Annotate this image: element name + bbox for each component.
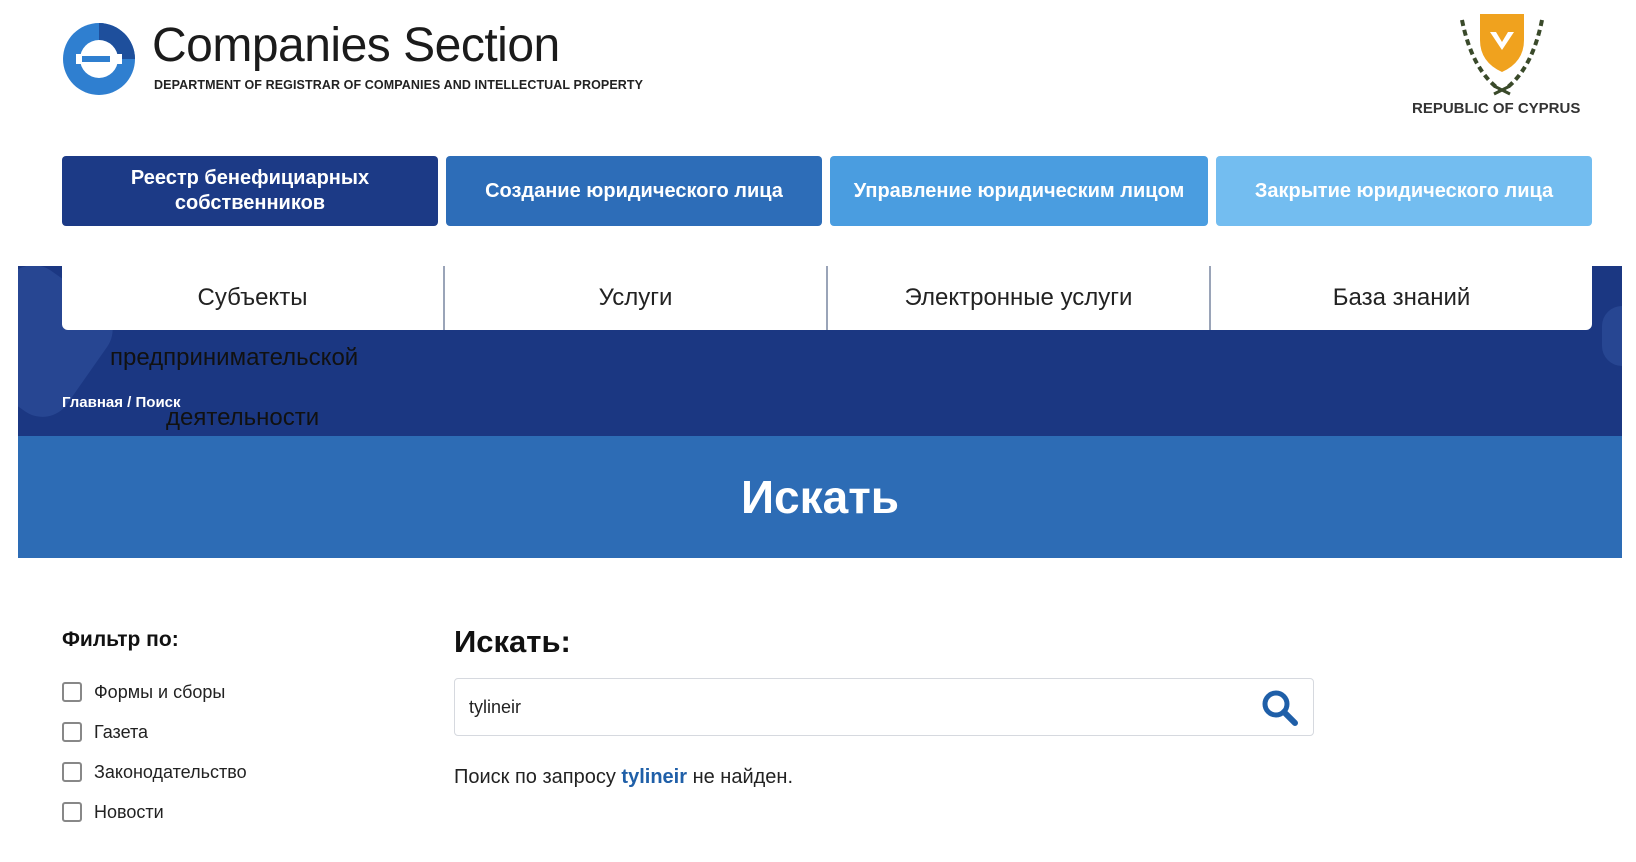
nav-item-services[interactable]: Услуги: [445, 266, 828, 330]
result-prefix: Поиск по запросу: [454, 766, 616, 788]
beneficial-owners-register-button[interactable]: Реестр бенефициарных собственников: [62, 156, 438, 226]
filter-list: Формы и сборы Газета Законодательство Но…: [62, 672, 382, 842]
nav-item-entities[interactable]: Субъекты: [62, 266, 445, 330]
band-decoration-right: [1602, 306, 1622, 366]
result-query: tylineir: [621, 766, 687, 788]
search-label: Искать:: [454, 624, 571, 659]
filter-label: Газета: [94, 721, 149, 742]
filter-item-gazette[interactable]: Газета: [62, 712, 382, 752]
checkbox[interactable]: [62, 802, 82, 822]
entity-closure-button[interactable]: Закрытие юридического лица: [1216, 156, 1592, 226]
brand-subtitle: DEPARTMENT OF REGISTRAR OF COMPANIES AND…: [154, 78, 644, 92]
coat-of-arms-icon: [1460, 14, 1544, 96]
search-result-message: Поиск по запросу tylineir не найден.: [454, 766, 793, 789]
filter-label: Новости: [94, 801, 164, 822]
category-buttons: Реестр бенефициарных собственников Созда…: [62, 156, 1592, 226]
search-icon[interactable]: [1261, 689, 1299, 727]
nav-item-e-services[interactable]: Электронные услуги: [828, 266, 1211, 330]
page-title: Искать: [740, 471, 900, 523]
search-input[interactable]: [469, 679, 1229, 735]
filter-item-forms[interactable]: Формы и сборы: [62, 672, 382, 712]
search-box: [454, 678, 1314, 736]
checkbox[interactable]: [62, 762, 82, 782]
result-suffix: не найден.: [692, 766, 794, 788]
brand-title[interactable]: Companies Section: [152, 18, 560, 73]
breadcrumb[interactable]: Главная / Поиск: [62, 394, 181, 411]
checkbox[interactable]: [62, 682, 82, 702]
filter-label: ...: [94, 842, 109, 843]
filter-title: Фильтр по:: [62, 628, 179, 651]
filter-label: Законодательство: [94, 761, 247, 782]
title-band: Искать: [18, 436, 1622, 558]
nav-overflow-text-line2: деятельности: [166, 404, 320, 431]
entity-management-button[interactable]: Управление юридическим лицом: [830, 156, 1208, 226]
entity-creation-button[interactable]: Создание юридического лица: [446, 156, 822, 226]
companies-section-logo-icon[interactable]: [60, 20, 138, 98]
country-label: REPUBLIC OF CYPRUS: [1412, 100, 1581, 117]
filter-item-legislation[interactable]: Законодательство: [62, 752, 382, 792]
nav-overflow-text-line1: предпринимательской: [110, 344, 359, 371]
checkbox[interactable]: [62, 722, 82, 742]
site-header: Companies Section DEPARTMENT OF REGISTRA…: [0, 0, 1636, 140]
nav-item-knowledge-base[interactable]: База знаний: [1211, 266, 1592, 330]
filter-item-news[interactable]: Новости: [62, 792, 382, 832]
filter-label: Формы и сборы: [94, 681, 226, 702]
main-nav: Субъекты Услуги Электронные услуги База …: [62, 266, 1592, 330]
filter-item-more[interactable]: ...: [62, 832, 382, 843]
